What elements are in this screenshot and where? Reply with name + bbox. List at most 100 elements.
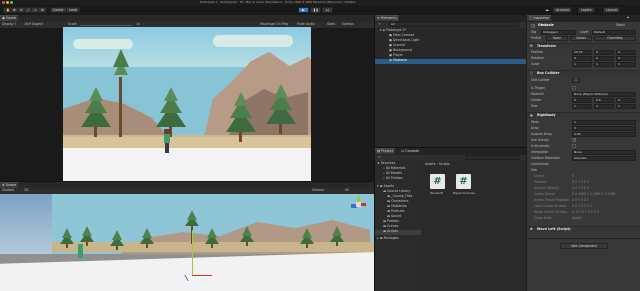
hierarchy-item-directional-light[interactable]: ▣ Directional Light xyxy=(389,38,419,42)
folder-prefabs[interactable]: ▬ Prefabs xyxy=(383,219,399,223)
collab-icon[interactable]: ☁ xyxy=(545,8,549,12)
display-dropdown[interactable]: Display 1 xyxy=(2,22,17,26)
prefab-overrides-dropdown[interactable]: Overrides xyxy=(594,36,636,41)
size-x-field[interactable]: 1 xyxy=(572,104,592,109)
breadcrumb-assets[interactable]: Assets xyxy=(425,162,435,166)
tab-project[interactable]: ▤ Project xyxy=(375,148,395,154)
shading-mode-dropdown[interactable]: Shaded xyxy=(2,188,14,192)
folder-particles[interactable]: ▬ Particles xyxy=(387,209,404,213)
center-y-field[interactable]: 0.5 xyxy=(594,98,614,103)
pause-button[interactable]: ❚❚ xyxy=(310,7,321,13)
tab-console[interactable]: ▭ Console xyxy=(399,148,421,154)
edit-collider-button[interactable]: ⛶ xyxy=(572,78,580,83)
favorites-header[interactable]: ★ Favorites xyxy=(377,161,395,165)
add-component-button[interactable]: Add Component xyxy=(560,243,608,249)
scene-orientation-gizmo[interactable] xyxy=(350,196,368,214)
size-z-field[interactable]: 1 xyxy=(616,104,636,109)
hierarchy-add-button[interactable]: + xyxy=(378,22,381,26)
hierarchy-item-obstacle[interactable]: ▣ Obstacle xyxy=(375,58,526,64)
scale-z-field[interactable]: 1 xyxy=(616,62,636,67)
hierarchy-item-background[interactable]: ▣ Background xyxy=(389,48,412,52)
rotation-z-field[interactable]: 0 xyxy=(616,56,636,61)
info-foldout[interactable]: Info xyxy=(531,168,537,172)
breadcrumb-scripts[interactable]: Scripts xyxy=(439,162,450,166)
tab-hierarchy[interactable]: ≡ Hierarchy xyxy=(375,15,400,21)
scene-gizmos-dropdown[interactable]: Gizmos xyxy=(312,188,324,192)
tab-game[interactable]: ◉ Game xyxy=(0,15,19,21)
aspect-dropdown[interactable]: 16:9 Aspect xyxy=(24,22,43,26)
favorite-all-models[interactable]: ⌕ All Models xyxy=(383,171,402,175)
global-toggle[interactable]: Local xyxy=(66,7,81,13)
project-add-button[interactable]: + xyxy=(378,155,381,159)
assets-header[interactable]: ▾ ▬ Assets xyxy=(377,184,394,188)
favorite-all-materials[interactable]: ⌕ All Materials xyxy=(383,166,405,170)
size-y-field[interactable]: 1 xyxy=(594,104,614,109)
angular-drag-field[interactable]: 0.05 xyxy=(572,132,636,137)
maximize-on-play-toggle[interactable]: Maximize On Play xyxy=(260,22,288,26)
position-y-field[interactable]: 0 xyxy=(594,50,614,55)
drag-field[interactable]: 0 xyxy=(572,126,636,131)
obstacle-handle-x[interactable] xyxy=(192,275,212,276)
interpolate-dropdown[interactable]: None xyxy=(572,150,636,155)
maximize-window-icon[interactable] xyxy=(10,1,13,4)
prefab-open-button[interactable]: Open xyxy=(546,36,568,41)
pivot-toggle[interactable]: Center xyxy=(50,7,67,13)
hierarchy-search-input[interactable]: All xyxy=(389,22,519,27)
hierarchy-item-main-camera[interactable]: ▣ Main Camera xyxy=(389,33,414,37)
move-left-script-header[interactable]: # Move Left (Script) xyxy=(527,226,640,232)
gizmos-toggle[interactable]: Gizmos xyxy=(342,22,354,26)
folder-course-library[interactable]: ▬ Course Library xyxy=(383,189,410,193)
static-toggle[interactable]: Static xyxy=(616,23,625,27)
layer-dropdown[interactable]: Default xyxy=(592,30,636,35)
mode-2d-toggle[interactable]: 2D xyxy=(24,188,28,192)
use-gravity-checkbox[interactable] xyxy=(572,138,576,142)
custom-tool-button[interactable]: ⚙ xyxy=(38,7,47,13)
folder-course-files[interactable]: ▬ _Course_Files xyxy=(387,194,412,198)
script-icon[interactable]: # xyxy=(430,174,445,189)
lock-icon[interactable]: 🔒︎ xyxy=(627,15,629,20)
position-x-field[interactable]: 25.53 xyxy=(572,50,592,55)
account-dropdown[interactable]: Account xyxy=(553,7,572,13)
play-button[interactable]: ▶ xyxy=(298,7,309,13)
scale-x-field[interactable]: 1 xyxy=(572,62,592,67)
close-window-icon[interactable] xyxy=(2,1,5,4)
mass-field[interactable]: 1 xyxy=(572,120,636,125)
stats-toggle[interactable]: Stats xyxy=(327,22,335,26)
project-search-input[interactable] xyxy=(465,155,520,160)
mute-audio-toggle[interactable]: Mute Audio xyxy=(297,22,315,26)
hierarchy-item-player[interactable]: ▣ Player xyxy=(389,53,403,57)
folder-scripts[interactable]: ▬ Scripts xyxy=(375,229,421,235)
favorite-all-prefabs[interactable]: ⌕ All Prefabs xyxy=(383,176,403,180)
collision-detection-dropdown[interactable]: Discrete xyxy=(572,156,636,161)
step-button[interactable]: ▸| xyxy=(322,7,333,13)
obstacle-handle-y[interactable] xyxy=(192,230,193,276)
scene-canvas[interactable] xyxy=(0,194,374,291)
tab-inspector[interactable]: ⓘ Inspector xyxy=(527,15,552,21)
minimize-window-icon[interactable] xyxy=(6,1,9,4)
position-z-field[interactable]: 0 xyxy=(616,50,636,55)
layers-dropdown[interactable]: Layers xyxy=(578,7,595,13)
tag-dropdown[interactable]: Untagged xyxy=(541,30,576,35)
gizmo-center-icon[interactable] xyxy=(356,202,361,207)
box-collider-header[interactable]: ▢ Box Collider xyxy=(527,70,640,76)
scale-slider[interactable] xyxy=(80,25,132,26)
packages-header[interactable]: ▸ ▬ Packages xyxy=(377,236,399,240)
transform-header[interactable]: ⤧ Transform xyxy=(527,43,640,49)
object-name-field[interactable]: Obstacle xyxy=(538,23,554,27)
prefab-select-button[interactable]: Select xyxy=(570,36,592,41)
constraints-foldout[interactable]: Constraints xyxy=(531,162,549,166)
folder-scenes[interactable]: ▬ Scenes xyxy=(383,224,398,228)
rotation-x-field[interactable]: 0 xyxy=(572,56,592,61)
folder-characters[interactable]: ▬ Characters xyxy=(387,199,408,203)
layout-dropdown[interactable]: Layout xyxy=(603,7,620,13)
center-x-field[interactable]: 0 xyxy=(572,98,592,103)
active-checkbox[interactable] xyxy=(531,24,535,28)
script-file-moveleft[interactable]: MoveLeft xyxy=(430,192,443,195)
rigidbody-header[interactable]: ◒ Rigidbody xyxy=(527,112,640,118)
hierarchy-item-ground[interactable]: ▣ Ground xyxy=(389,43,405,47)
material-field[interactable]: None (Physic Material) xyxy=(572,92,636,97)
script-file-playercontroller[interactable]: PlayerControlle... xyxy=(453,192,477,195)
script-icon[interactable]: # xyxy=(456,174,471,189)
game-canvas[interactable] xyxy=(63,27,311,182)
is-trigger-checkbox[interactable] xyxy=(572,86,576,90)
